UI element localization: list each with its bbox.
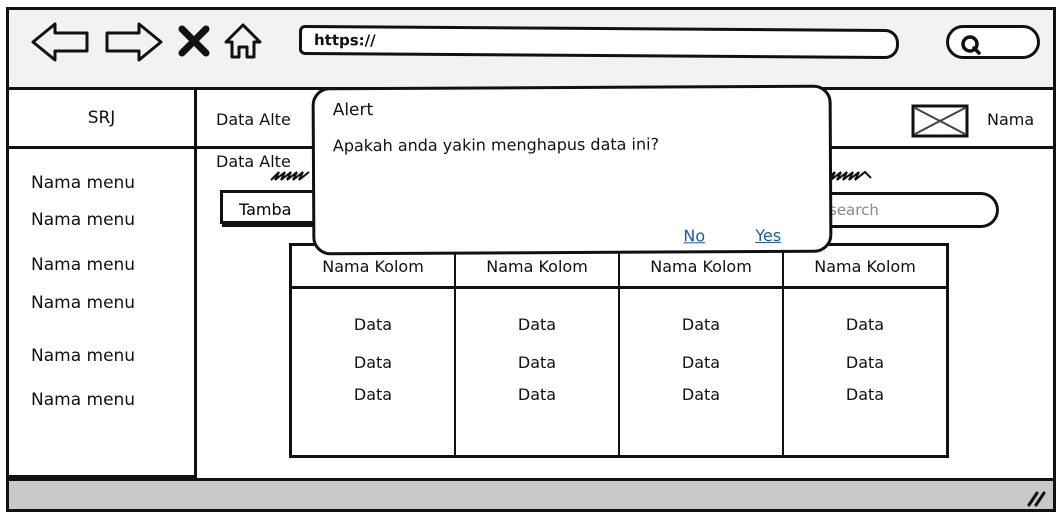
- data-table: Nama Kolom Nama Kolom Nama Kolom Nama Ko…: [289, 243, 949, 458]
- status-bar: [9, 478, 1053, 509]
- resize-grip-icon[interactable]: [1025, 487, 1047, 507]
- sidebar-item[interactable]: Nama menu: [31, 255, 135, 275]
- table-cell: Data: [289, 381, 456, 457]
- dialog-title: Alert: [332, 100, 374, 121]
- forward-arrow-icon[interactable]: [101, 20, 165, 64]
- sidebar-item[interactable]: Nama menu: [31, 210, 135, 230]
- avatar-image-icon[interactable]: [911, 104, 969, 138]
- close-icon[interactable]: [177, 24, 211, 58]
- browser-search-box[interactable]: [946, 25, 1040, 59]
- table-cell: Data: [454, 343, 620, 381]
- search-icon: [961, 35, 981, 55]
- dialog-message: Apakah anda yakin menghapus data ini?: [332, 134, 660, 156]
- browser-toolbar: https://: [9, 10, 1053, 90]
- sidebar: SRJ: [9, 90, 197, 478]
- table-cell: Data: [289, 287, 456, 343]
- home-icon[interactable]: [223, 22, 263, 60]
- page-title: Data Alte: [216, 110, 291, 129]
- alert-dialog: Alert Apakah anda yakin menghapus data i…: [311, 84, 833, 256]
- table-cell: Data: [454, 381, 620, 457]
- table-cell: Data: [618, 381, 784, 457]
- back-arrow-icon[interactable]: [29, 20, 93, 64]
- table-cell: Data: [782, 343, 949, 381]
- table-row[interactable]: Data Data Data Data: [289, 343, 949, 381]
- url-input[interactable]: https://: [298, 24, 900, 60]
- sidebar-item[interactable]: Nama menu: [31, 390, 135, 410]
- app-brand: SRJ: [9, 90, 194, 149]
- search-input[interactable]: [809, 192, 999, 228]
- table-cell: Data: [454, 287, 620, 343]
- table-row[interactable]: Data Data Data Data: [289, 381, 949, 457]
- table-cell: Data: [289, 343, 456, 381]
- sidebar-item[interactable]: Nama menu: [31, 346, 135, 366]
- table-row[interactable]: Data Data Data Data: [289, 287, 949, 343]
- table-cell: Data: [618, 343, 784, 381]
- browser-window: https:// SRJ Nama menu Nama menu Nama me…: [6, 7, 1056, 512]
- sidebar-item[interactable]: Nama menu: [31, 173, 135, 193]
- sidebar-item[interactable]: Nama menu: [31, 293, 135, 313]
- profile-name[interactable]: Nama: [987, 110, 1034, 129]
- table-cell: Data: [782, 381, 949, 457]
- table-cell: Data: [782, 287, 949, 343]
- table-cell: Data: [618, 287, 784, 343]
- yes-button[interactable]: Yes: [755, 226, 781, 245]
- no-button[interactable]: No: [683, 226, 705, 245]
